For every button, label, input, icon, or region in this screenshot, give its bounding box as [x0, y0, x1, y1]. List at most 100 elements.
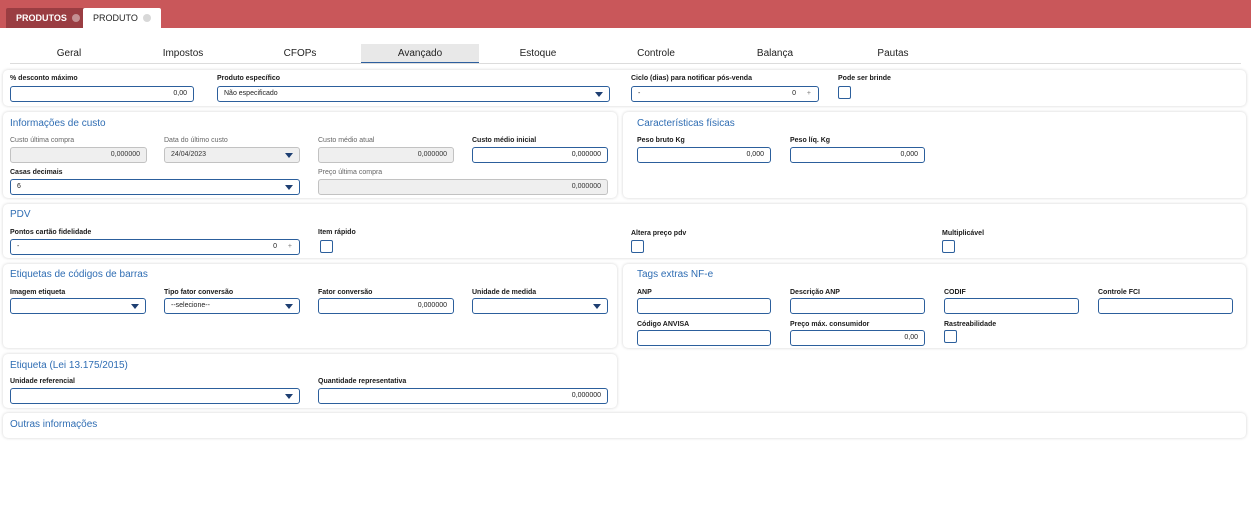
- ciclo-stepper[interactable]: - 0 +: [631, 86, 819, 102]
- unidade-medida-label: Unidade de medida: [472, 289, 537, 296]
- ultima-compra-input: 0,000000: [10, 147, 147, 163]
- peso-liq-input[interactable]: 0,000: [790, 147, 925, 163]
- imagem-etiqueta-label: Imagem etiqueta: [10, 289, 66, 296]
- anvisa-input[interactable]: [637, 330, 771, 346]
- plus-icon[interactable]: +: [807, 87, 811, 101]
- ultima-compra-label: Custo última compra: [10, 137, 75, 144]
- chevron-down-icon: [593, 304, 601, 309]
- tipo-fator-label: Tipo fator conversão: [164, 289, 234, 296]
- altera-preco-label: Altera preço pdv: [631, 230, 687, 237]
- tab-cfops[interactable]: CFOPs: [241, 44, 359, 64]
- close-icon[interactable]: [71, 14, 80, 22]
- brinde-label: Pode ser brinde: [838, 75, 891, 82]
- preco-max-label: Preço máx. consumidor: [790, 321, 870, 328]
- tipo-fator-select[interactable]: --selecione--: [164, 298, 300, 314]
- medio-atual-label: Custo médio atual: [318, 137, 375, 144]
- section-tabs: Geral Impostos CFOPs Avançado Estoque Co…: [0, 44, 1251, 64]
- tab-produtos-label: PRODUTOS: [16, 13, 67, 23]
- ciclo-value: -: [638, 90, 641, 97]
- tab-controle[interactable]: Controle: [597, 44, 715, 64]
- data-custo-value: 24/04/2023: [171, 151, 207, 158]
- item-rapido-label: Item rápido: [318, 229, 356, 236]
- close-icon[interactable]: [142, 14, 151, 22]
- medio-inicial-input[interactable]: 0,000000: [472, 147, 608, 163]
- anp-input[interactable]: [637, 298, 771, 314]
- unidade-referencial-label: Unidade referencial: [10, 378, 75, 385]
- peso-bruto-label: Peso bruto Kg: [637, 137, 685, 144]
- unidade-medida-select[interactable]: [472, 298, 608, 314]
- chevron-down-icon: [285, 153, 293, 158]
- fisicas-panel: Características físicas Peso bruto Kg 0,…: [623, 112, 1246, 198]
- plus-icon[interactable]: +: [288, 240, 292, 254]
- custo-panel: Informações de custo Custo última compra…: [3, 112, 617, 198]
- tab-estoque[interactable]: Estoque: [479, 44, 597, 64]
- chevron-down-icon: [285, 185, 293, 190]
- quantidade-label: Quantidade representativa: [318, 378, 407, 385]
- casas-select[interactable]: 6: [10, 179, 300, 195]
- fisicas-title: Características físicas: [637, 118, 735, 129]
- multiplicavel-checkbox[interactable]: [942, 240, 955, 253]
- descricao-anp-input[interactable]: [790, 298, 925, 314]
- peso-bruto-input[interactable]: 0,000: [637, 147, 771, 163]
- fator-label: Fator conversão: [318, 289, 373, 296]
- etiquetas-title: Etiquetas de códigos de barras: [10, 269, 148, 280]
- preco-ultima-label: Preço última compra: [318, 169, 383, 176]
- desconto-input[interactable]: 0,00: [10, 86, 194, 102]
- general-panel: % desconto máximo 0,00 Produto específic…: [3, 70, 1246, 106]
- preco-max-input[interactable]: 0,00: [790, 330, 925, 346]
- pontos-value: -: [17, 243, 20, 250]
- controle-fci-label: Controle FCI: [1098, 289, 1140, 296]
- pontos-number: 0: [273, 243, 277, 250]
- casas-value: 6: [17, 183, 21, 190]
- tab-produto-label: PRODUTO: [93, 13, 138, 23]
- outras-panel[interactable]: Outras informações: [3, 413, 1246, 438]
- tab-impostos[interactable]: Impostos: [124, 44, 242, 64]
- ciclo-number: 0: [792, 90, 796, 97]
- anp-label: ANP: [637, 289, 652, 296]
- tab-balanca[interactable]: Balança: [716, 44, 834, 64]
- data-custo-label: Data do último custo: [164, 137, 228, 144]
- custo-title: Informações de custo: [10, 118, 106, 129]
- pdv-title: PDV: [10, 209, 31, 220]
- tab-produto[interactable]: PRODUTO: [83, 8, 161, 28]
- ciclo-label: Ciclo (dias) para notificar pós-venda: [631, 75, 752, 82]
- produto-especifico-select[interactable]: Não especificado: [217, 86, 610, 102]
- altera-preco-checkbox[interactable]: [631, 240, 644, 253]
- data-custo-field: 24/04/2023: [164, 147, 300, 163]
- chevron-down-icon: [595, 92, 603, 97]
- rastreabilidade-label: Rastreabilidade: [944, 321, 997, 328]
- rastreabilidade-checkbox[interactable]: [944, 330, 957, 343]
- tab-produtos[interactable]: PRODUTOS: [6, 8, 90, 28]
- chevron-down-icon: [131, 304, 139, 309]
- medio-inicial-label: Custo médio inicial: [472, 137, 537, 144]
- quantidade-input[interactable]: 0,000000: [318, 388, 608, 404]
- multiplicavel-label: Multiplicável: [942, 230, 985, 237]
- brinde-checkbox[interactable]: [838, 86, 851, 99]
- tags-panel: Tags extras NF-e ANP Descrição ANP CODIF…: [623, 264, 1246, 348]
- imagem-etiqueta-select[interactable]: [10, 298, 146, 314]
- tags-title: Tags extras NF-e: [637, 269, 714, 280]
- lei-title: Etiqueta (Lei 13.175/2015): [10, 360, 128, 371]
- tab-avancado[interactable]: Avançado: [361, 44, 479, 64]
- tab-pautas[interactable]: Pautas: [834, 44, 952, 64]
- item-rapido-checkbox[interactable]: [320, 240, 333, 253]
- tipo-fator-value: --selecione--: [171, 302, 210, 309]
- codif-label: CODIF: [944, 289, 966, 296]
- lei-panel: Etiqueta (Lei 13.175/2015) Unidade refer…: [3, 354, 617, 408]
- top-band: [0, 0, 1251, 28]
- anvisa-label: Código ANVISA: [637, 321, 690, 328]
- desconto-label: % desconto máximo: [10, 75, 78, 82]
- controle-fci-input[interactable]: [1098, 298, 1233, 314]
- pontos-stepper[interactable]: - 0 +: [10, 239, 300, 255]
- unidade-referencial-select[interactable]: [10, 388, 300, 404]
- pontos-label: Pontos cartão fidelidade: [10, 229, 92, 236]
- codif-input[interactable]: [944, 298, 1079, 314]
- fator-input[interactable]: 0,000000: [318, 298, 454, 314]
- chevron-down-icon: [285, 394, 293, 399]
- etiquetas-panel: Etiquetas de códigos de barras Imagem et…: [3, 264, 617, 348]
- preco-ultima-input: 0,000000: [318, 179, 608, 195]
- pdv-panel: PDV Pontos cartão fidelidade - 0 + Item rá…: [3, 204, 1246, 258]
- casas-label: Casas decimais: [10, 169, 63, 176]
- tab-geral[interactable]: Geral: [10, 44, 128, 64]
- descricao-anp-label: Descrição ANP: [790, 289, 840, 296]
